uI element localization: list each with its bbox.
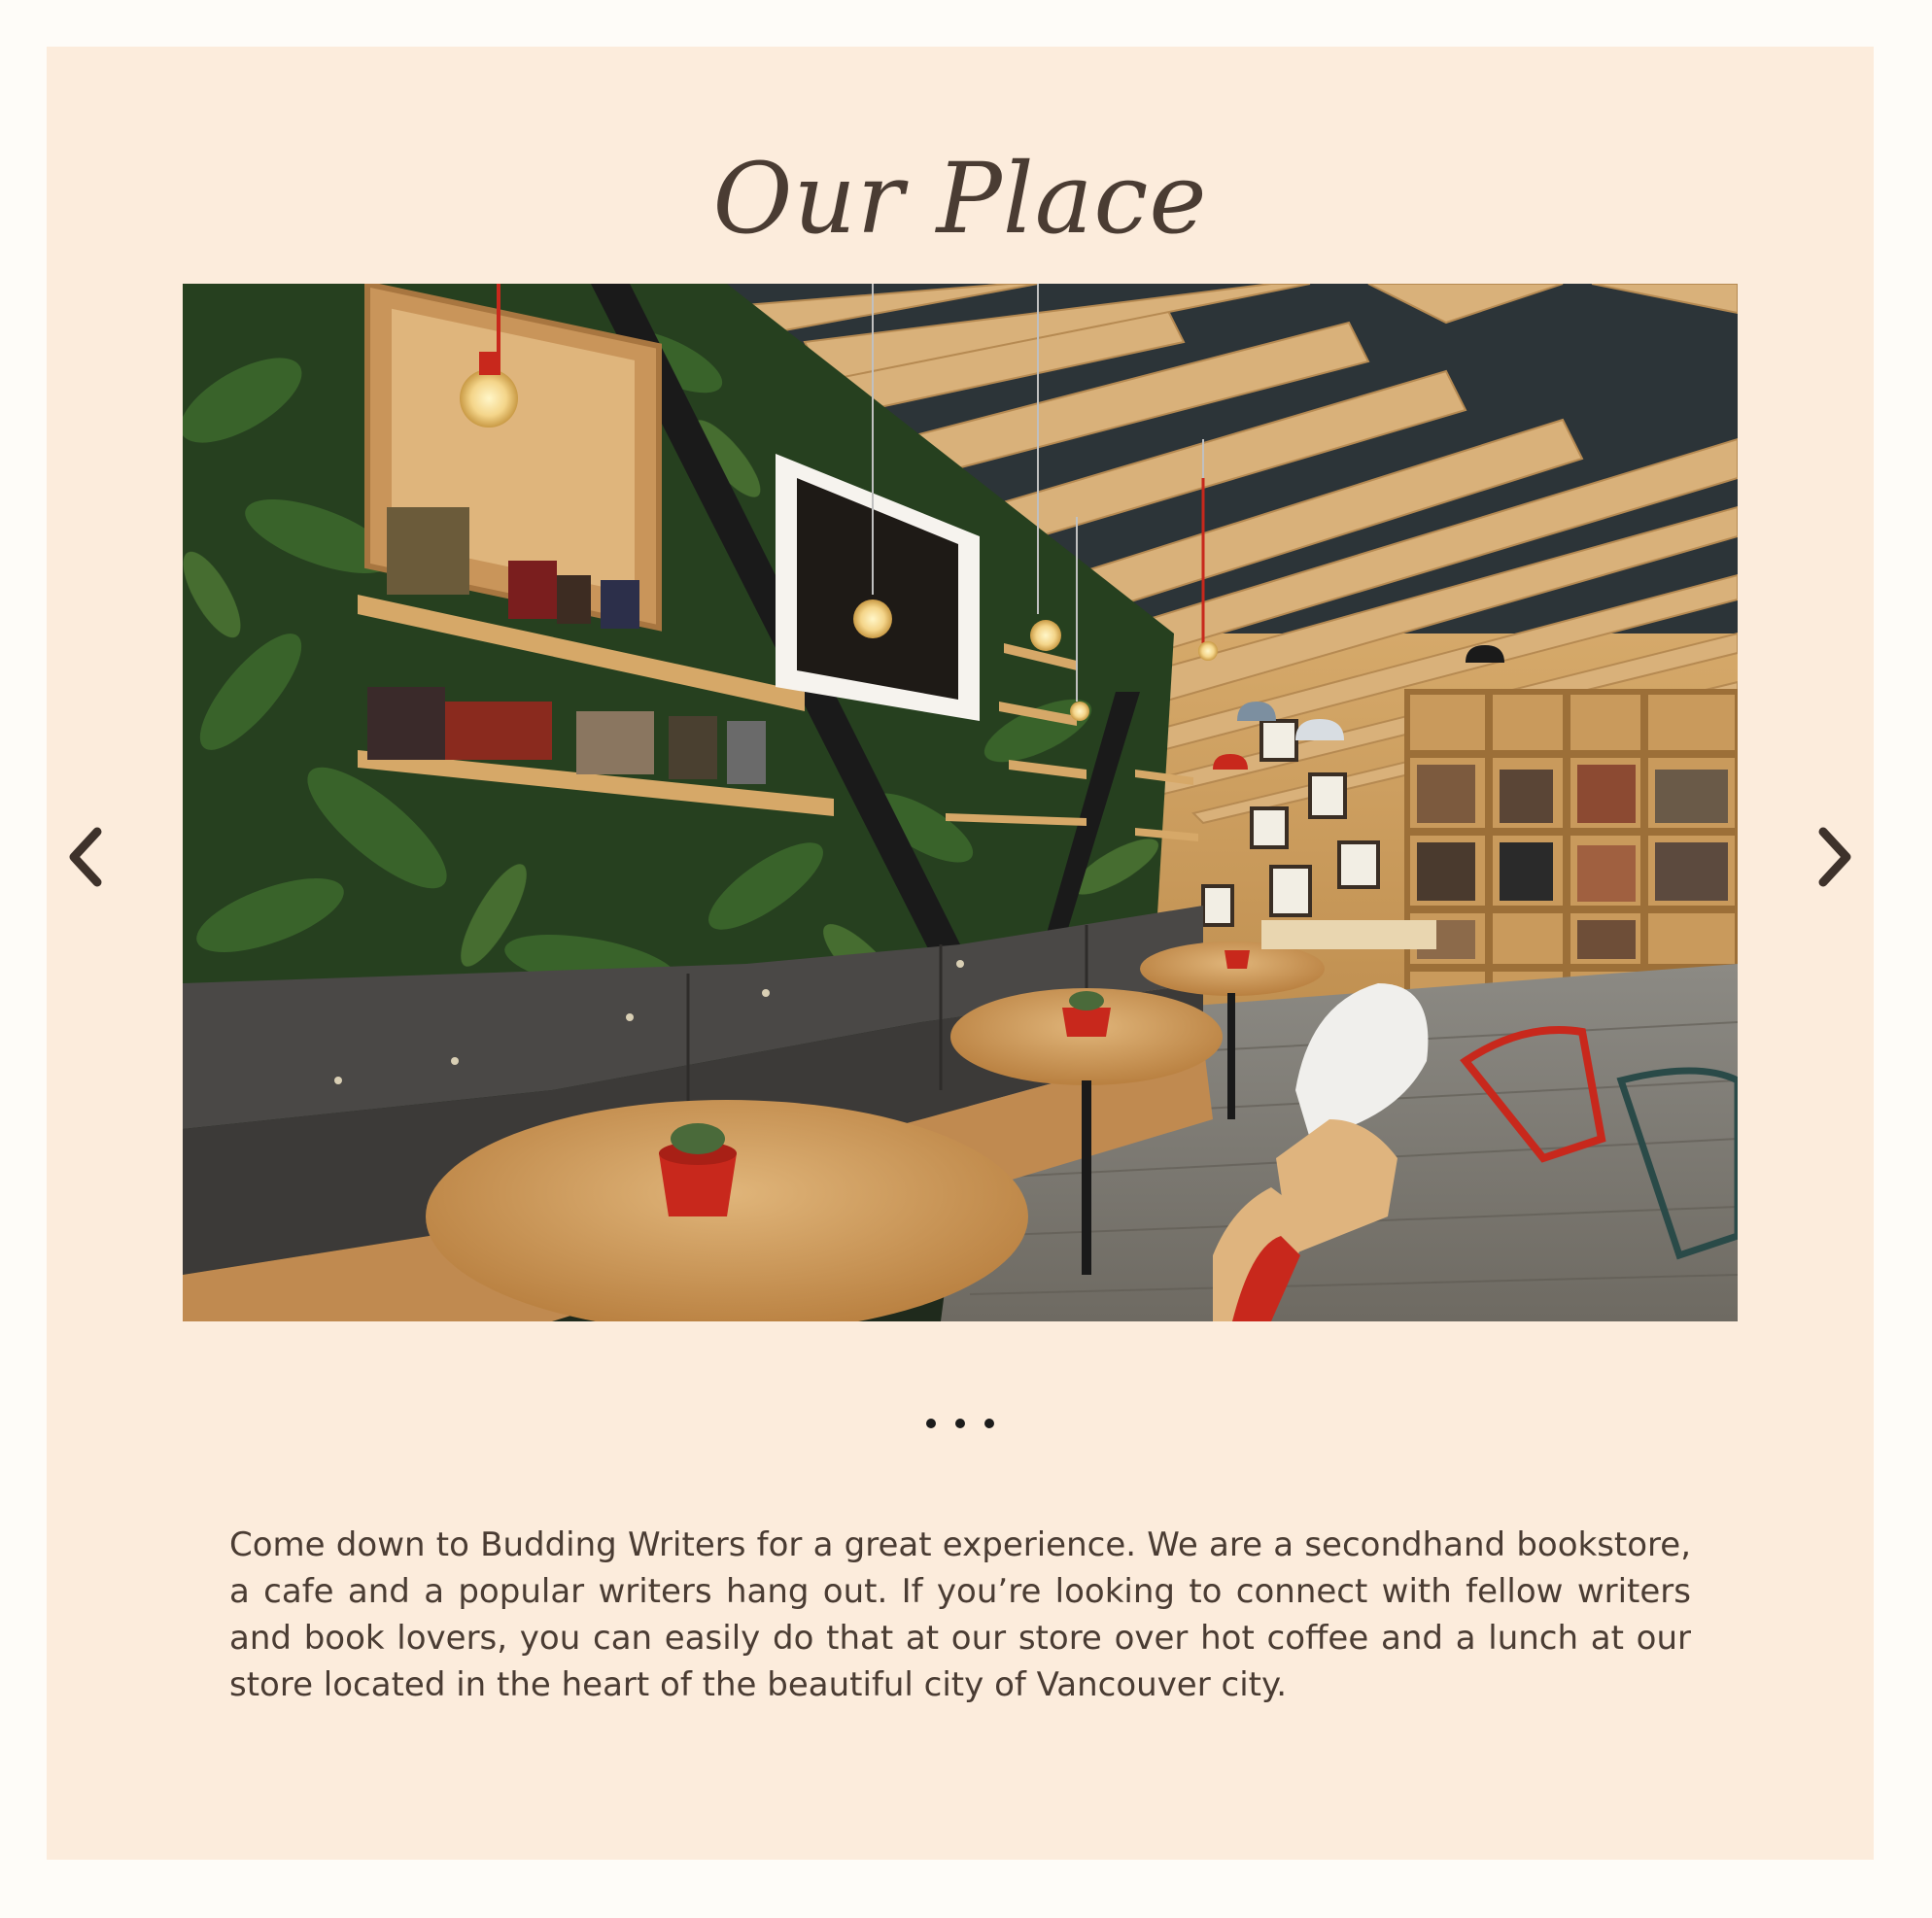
carousel-dot-3[interactable] [984, 1419, 994, 1428]
carousel-dot-2[interactable] [955, 1419, 965, 1428]
carousel-slide [183, 284, 1738, 1321]
section-title: Our Place [712, 142, 1208, 256]
carousel-prev-button[interactable] [58, 818, 117, 896]
carousel-pagination [47, 1419, 1874, 1428]
carousel-next-button[interactable] [1804, 818, 1862, 896]
chevron-right-icon [1818, 827, 1851, 887]
our-place-section: Our Place Come down to Budding Writers f… [47, 47, 1874, 1860]
cafe-interior-photo [183, 284, 1738, 1321]
section-description: Come down to Budding Writers for a great… [229, 1525, 1691, 1704]
chevron-left-icon [69, 827, 102, 887]
carousel-dot-1[interactable] [926, 1419, 936, 1428]
